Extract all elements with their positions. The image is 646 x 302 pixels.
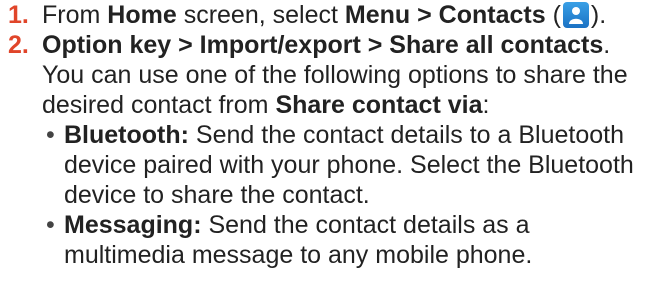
text-run: ( [545,1,561,29]
step-text: From Home screen, select Menu > Contacts… [42,1,606,29]
bullet-icon: • [46,211,55,239]
step-1: 1. From Home screen, select Menu > Conta… [0,0,646,30]
bold-run: Option key > Import/export > Share all c… [42,31,604,59]
option-label: Bluetooth: [64,121,189,149]
option-list: • Bluetooth: Send the contact details to… [42,120,646,270]
bold-run: Home [107,1,177,29]
instructions: 1. From Home screen, select Menu > Conta… [0,0,646,270]
step-number: 1. [8,1,29,29]
step-text: Option key > Import/export > Share all c… [42,31,628,119]
text-run: From [42,1,108,29]
step-number: 2. [8,31,29,59]
text-run: ). [590,1,607,29]
text-run: screen, select [176,1,345,29]
text-run: : [482,91,490,119]
option-label: Messaging: [64,211,202,239]
step-2: 2. Option key > Import/export > Share al… [0,30,646,270]
contacts-icon [562,2,589,28]
list-item: • Messaging: Send the contact details as… [42,210,646,270]
bullet-icon: • [46,121,55,149]
list-item: • Bluetooth: Send the contact details to… [42,120,646,210]
bold-run: Share contact via [275,91,483,119]
bold-run: Menu > Contacts [344,1,546,29]
